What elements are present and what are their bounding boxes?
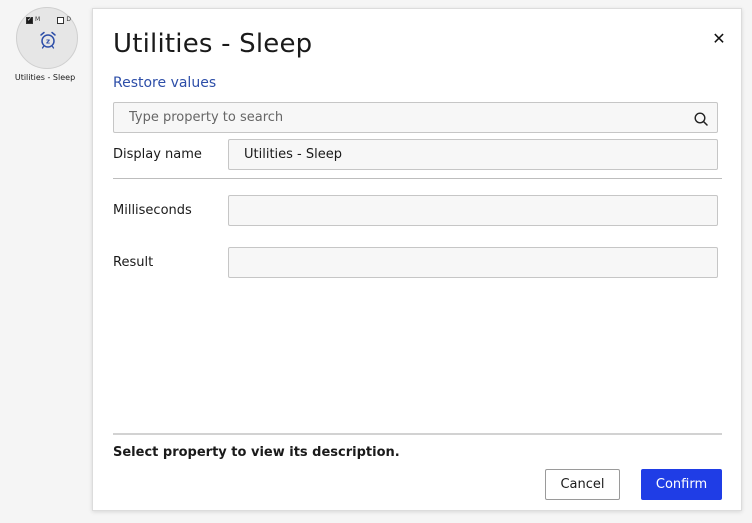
milliseconds-field[interactable] — [228, 195, 718, 226]
flag-m[interactable]: ✓ M — [26, 16, 40, 24]
svg-text:z: z — [46, 38, 50, 46]
restore-values-link[interactable]: Restore values — [113, 75, 216, 91]
divider — [113, 178, 722, 179]
description-divider — [113, 433, 722, 435]
milliseconds-label: Milliseconds — [113, 203, 192, 218]
dialog-title: Utilities - Sleep — [113, 29, 313, 59]
close-icon[interactable]: ✕ — [711, 31, 727, 47]
flag-d-label: D — [66, 16, 71, 23]
result-field[interactable] — [228, 247, 718, 278]
flag-m-checkbox[interactable]: ✓ — [26, 16, 33, 24]
result-label: Result — [113, 255, 154, 270]
property-search[interactable] — [113, 102, 718, 133]
properties-dialog: Utilities - Sleep ✕ Restore values Displ… — [92, 8, 742, 511]
canvas-node-sleep[interactable]: ✓ M D z Utilities - Sleep — [14, 7, 80, 82]
node-label: Utilities - Sleep — [14, 73, 76, 82]
display-name-label: Display name — [113, 147, 202, 162]
node-circle[interactable]: ✓ M D z — [16, 7, 78, 69]
flag-m-label: M — [35, 16, 41, 23]
flag-d-checkbox[interactable] — [57, 16, 65, 24]
search-icon[interactable] — [694, 111, 708, 130]
flag-d[interactable]: D — [57, 16, 71, 24]
search-input[interactable] — [114, 103, 674, 132]
cancel-button[interactable]: Cancel — [545, 469, 620, 500]
display-name-field[interactable]: Utilities - Sleep — [228, 139, 718, 170]
property-description: Select property to view its description. — [113, 445, 400, 460]
node-flags: ✓ M D — [26, 16, 71, 24]
confirm-button[interactable]: Confirm — [641, 469, 722, 500]
alarm-clock-icon: z — [39, 31, 57, 53]
